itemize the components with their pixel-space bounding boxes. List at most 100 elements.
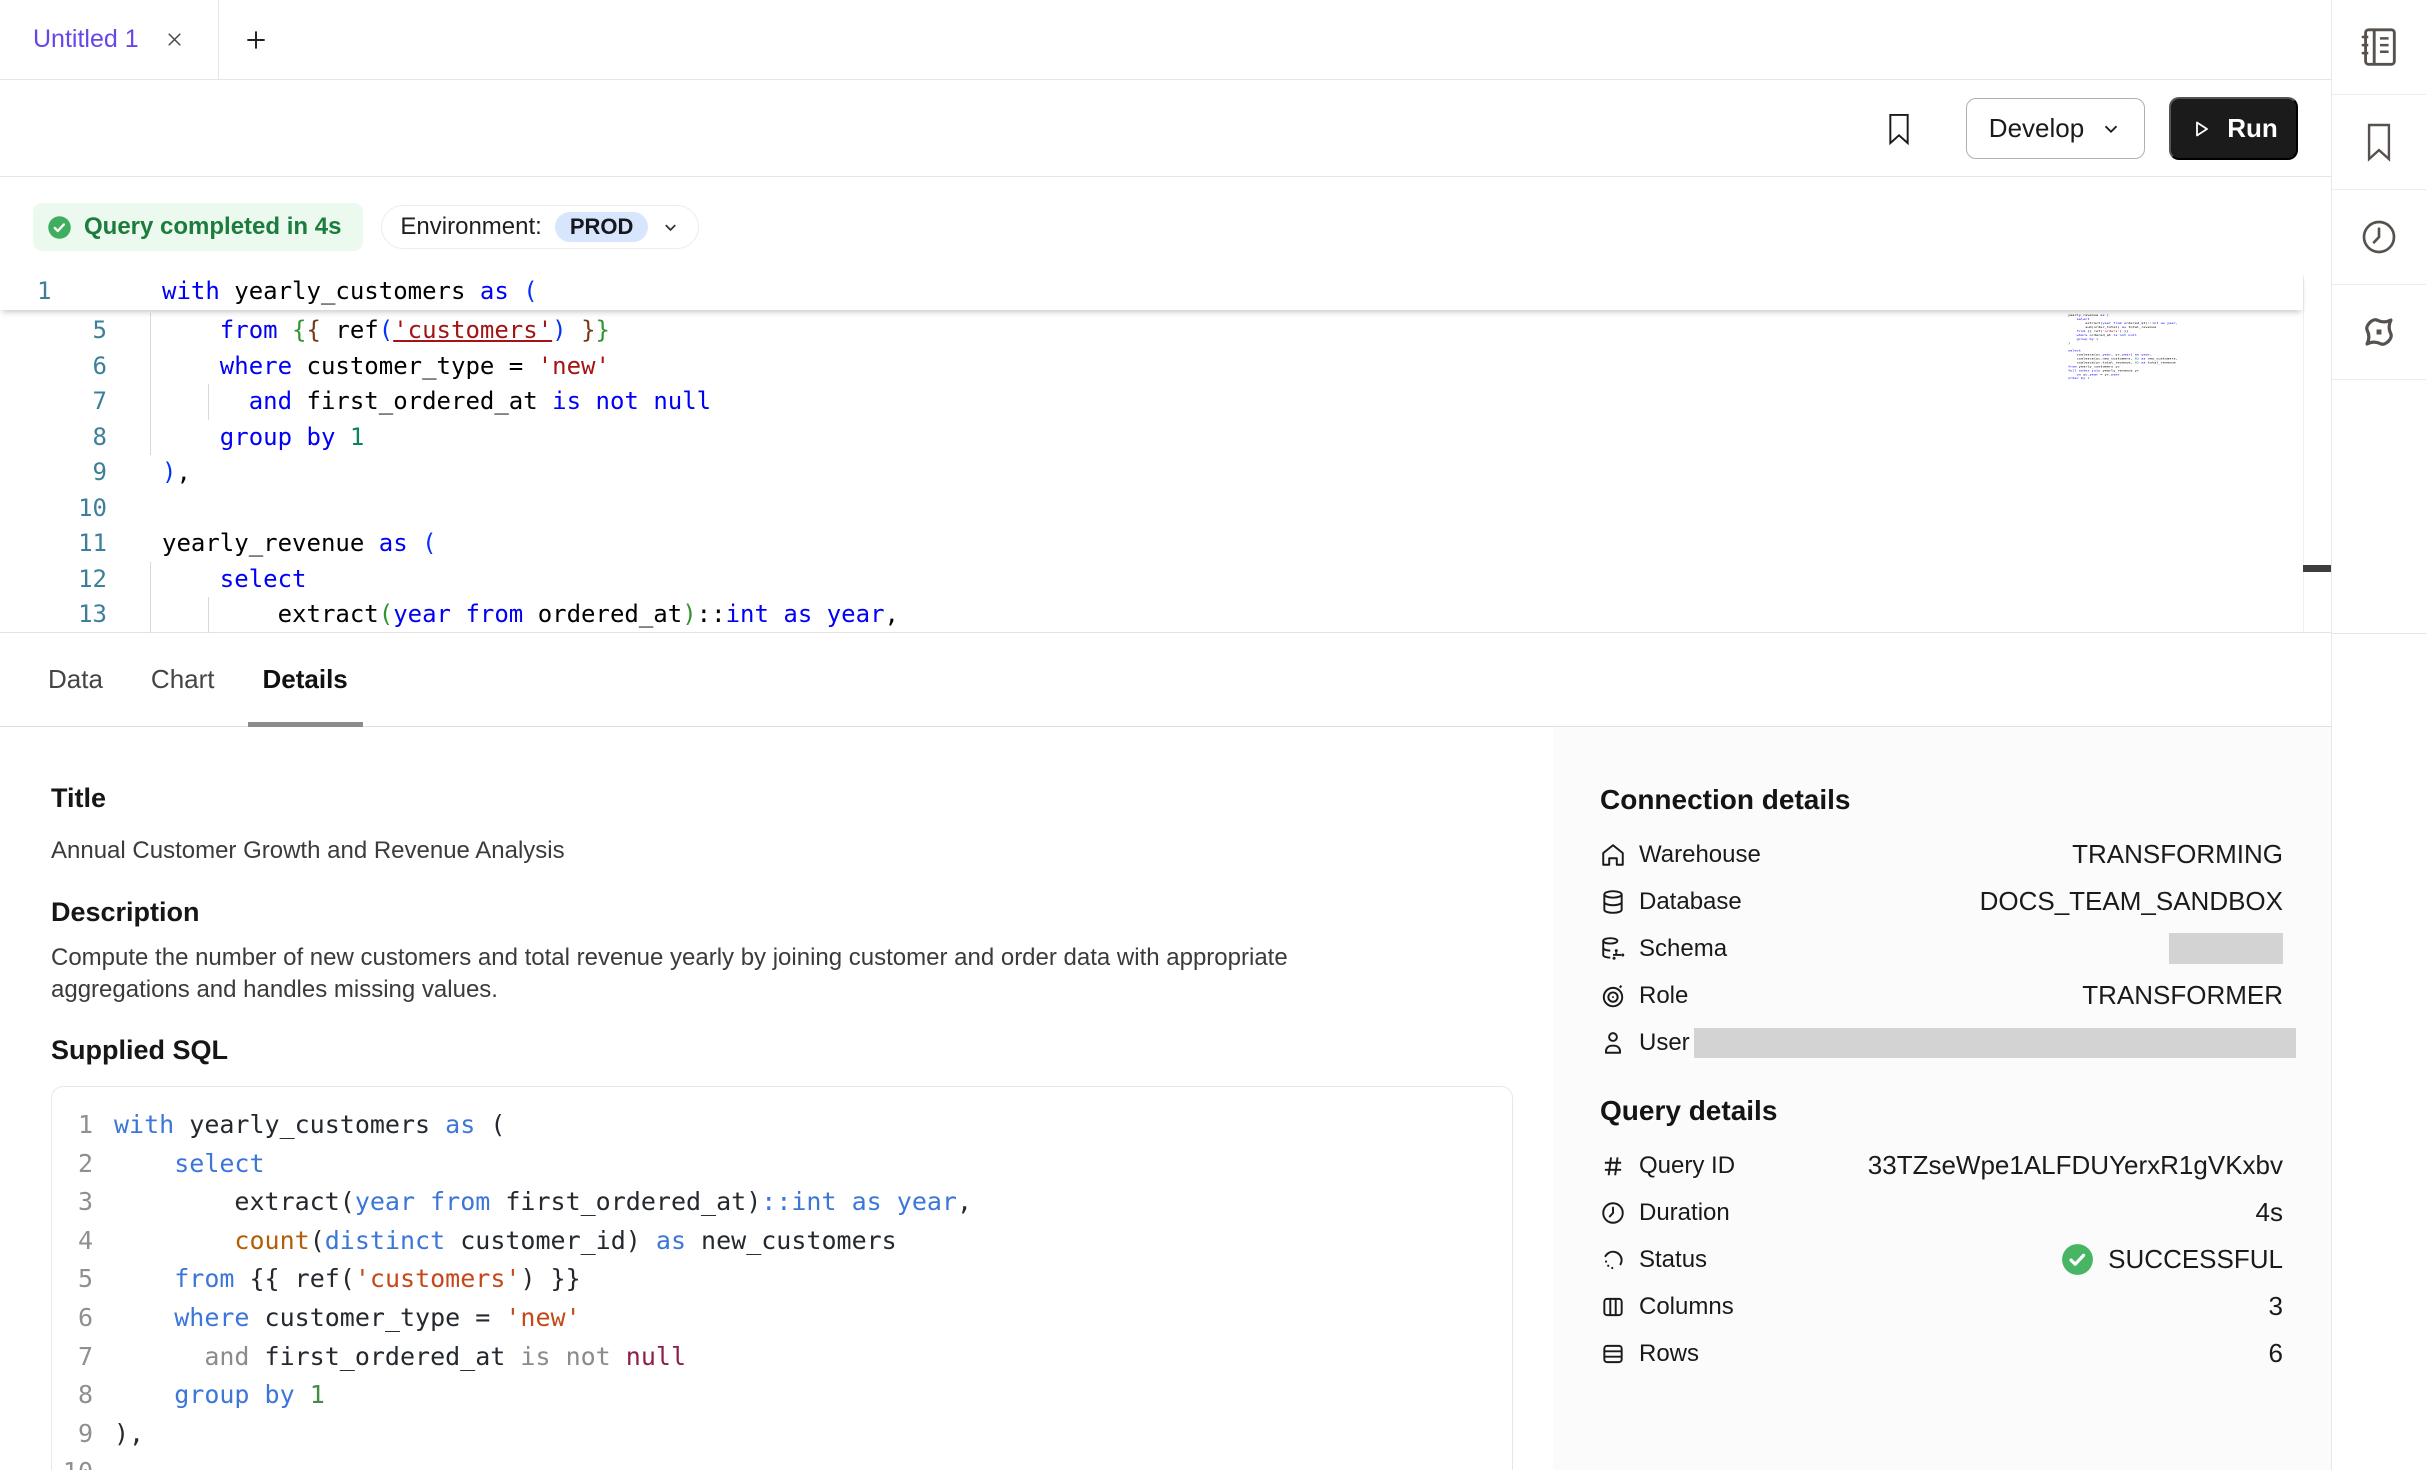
code-text: group by 1 [162, 420, 364, 456]
indent-guide [150, 597, 151, 633]
line-number: 5 [0, 313, 107, 349]
develop-button[interactable]: Develop [1966, 98, 2145, 159]
develop-label: Develop [1989, 113, 2084, 144]
new-tab-button[interactable] [219, 0, 269, 79]
line-number: 6 [0, 349, 107, 385]
environment-label: Environment: [400, 213, 541, 241]
code-text: yearly_revenue as ( [162, 526, 437, 562]
editor-line: 10 [0, 491, 2303, 527]
success-check-icon [2059, 1241, 2096, 1278]
sidebar-item-history[interactable] [2332, 190, 2426, 285]
run-button[interactable]: Run [2169, 97, 2298, 160]
line-number: 10 [52, 1453, 93, 1470]
sql-editor[interactable]: Query completed in 4s Environment: PROD … [0, 178, 2331, 633]
user-icon [1600, 1030, 1626, 1056]
tab-untitled-1[interactable]: Untitled 1 [0, 0, 219, 79]
detail-row-warehouse: Warehouse TRANSFORMING [1600, 831, 2283, 878]
app-window: Untitled 1 Develop Run [0, 0, 2426, 1470]
redacted-value [2169, 933, 2283, 964]
detail-value: 3 [2269, 1291, 2283, 1322]
clock-icon [1600, 1200, 1626, 1226]
tab-bar: Untitled 1 [0, 0, 2331, 80]
detail-row-role: RoleTRANSFORMER [1600, 972, 2283, 1019]
code-text: where customer_type = 'new' [162, 349, 610, 385]
editor-line: 11yearly_revenue as ( [0, 526, 2303, 562]
indent-guide [150, 562, 151, 598]
sidebar-item-dbt-logo[interactable] [2332, 285, 2426, 380]
code-text: extract(year from first_ordered_at)::int… [114, 1187, 972, 1216]
spinner-icon [1600, 1247, 1626, 1273]
tab-chart[interactable]: Chart [151, 633, 215, 726]
sql-line: 5 from {{ ref('customers') }} [52, 1260, 1512, 1299]
warehouse-icon [1600, 842, 1626, 868]
code-text: select [162, 562, 307, 598]
detail-value: TRANSFORMING [2072, 839, 2283, 870]
detail-row-query-id: Query ID33TZseWpe1ALFDUYerxR1gVKxbv [1600, 1142, 2283, 1189]
details-panel: Title Annual Customer Growth and Revenue… [0, 727, 2331, 1470]
sidebar-item-notebook[interactable] [2332, 0, 2426, 95]
check-circle-icon [46, 214, 73, 241]
redacted-value [1694, 1028, 2296, 1058]
editor-line: 5 from {{ ref('customers') }} [0, 313, 2303, 349]
plus-icon [243, 27, 269, 53]
toolbar: Develop Run [0, 81, 2331, 177]
detail-label: Duration [1639, 1199, 1730, 1227]
detail-label: Rows [1639, 1340, 1699, 1368]
editor-line: 1with yearly_customers as ( [0, 274, 2303, 310]
detail-value: 4s [2256, 1197, 2283, 1228]
code-text: from {{ ref('customers') }} [162, 313, 610, 349]
editor-sticky-line: 1with yearly_customers as ( [0, 274, 2303, 310]
chevron-down-icon [661, 218, 680, 237]
detail-row-columns: Columns 3 [1600, 1283, 2283, 1330]
editor-scrollbar-thumb[interactable] [2303, 565, 2331, 572]
detail-label: Columns [1639, 1293, 1734, 1321]
sql-line: 3 extract(year from first_ordered_at)::i… [52, 1183, 1512, 1222]
sidebar-item-bookmark[interactable] [2332, 95, 2426, 190]
code-text: select [114, 1149, 265, 1178]
sql-line: 4 count(distinct customer_id) as new_cus… [52, 1222, 1512, 1261]
tab-data[interactable]: Data [48, 633, 103, 726]
notebook-icon [2356, 24, 2402, 70]
connection-details-heading: Connection details [1600, 785, 2283, 815]
code-text: and first_ordered_at is not null [162, 384, 711, 420]
code-text: and first_ordered_at is not null [114, 1342, 686, 1371]
detail-label: User [1639, 1029, 1690, 1057]
line-number: 2 [52, 1145, 93, 1184]
line-number: 5 [52, 1260, 93, 1299]
editor-minimap[interactable]: with yearly_customers as ( select extrac… [2068, 274, 2303, 584]
line-number: 4 [52, 1222, 93, 1261]
hash-icon [1600, 1153, 1626, 1179]
detail-label: Warehouse [1639, 841, 1761, 869]
detail-row-schema: Schema [1600, 925, 2283, 972]
code-text: ), [114, 1419, 144, 1448]
detail-value: TRANSFORMER [2082, 980, 2283, 1011]
line-number: 1 [37, 274, 51, 310]
database-icon [1600, 889, 1626, 915]
code-text: count(distinct customer_id) as new_custo… [114, 1226, 897, 1255]
tab-details[interactable]: Details [263, 633, 348, 726]
detail-row-rows: Rows6 [1600, 1330, 2283, 1377]
bookmark-icon[interactable] [1886, 112, 1912, 146]
description-value: Compute the number of new customers and … [51, 942, 1513, 1006]
query-details-heading: Query details [1600, 1096, 2283, 1126]
environment-value-chip: PROD [555, 212, 649, 242]
line-number: 13 [0, 597, 107, 633]
environment-selector[interactable]: Environment: PROD [381, 205, 699, 249]
dbt-logo-icon [2356, 309, 2402, 355]
sql-line: 9), [52, 1415, 1512, 1454]
detail-value: SUCCESSFUL [2108, 1244, 2283, 1275]
line-number: 1 [52, 1106, 93, 1145]
supplied-sql-label: Supplied SQL [51, 1036, 1513, 1064]
history-icon [2359, 217, 2399, 257]
code-text: ), [162, 455, 191, 491]
bookmark-icon [2362, 122, 2396, 162]
line-number: 3 [52, 1183, 93, 1222]
query-status-pill: Query completed in 4s [33, 203, 363, 251]
rows-icon [1600, 1341, 1626, 1367]
connection-details-rows: WarehouseTRANSFORMINGDatabaseDOCS_TEAM_S… [1600, 831, 2283, 1066]
line-number: 9 [0, 455, 107, 491]
supplied-sql-code-block: 1with yearly_customers as (2 select3 ext… [51, 1086, 1513, 1470]
detail-label: Schema [1639, 935, 1727, 963]
close-icon[interactable] [163, 28, 186, 51]
editor-line: 8 group by 1 [0, 420, 2303, 456]
